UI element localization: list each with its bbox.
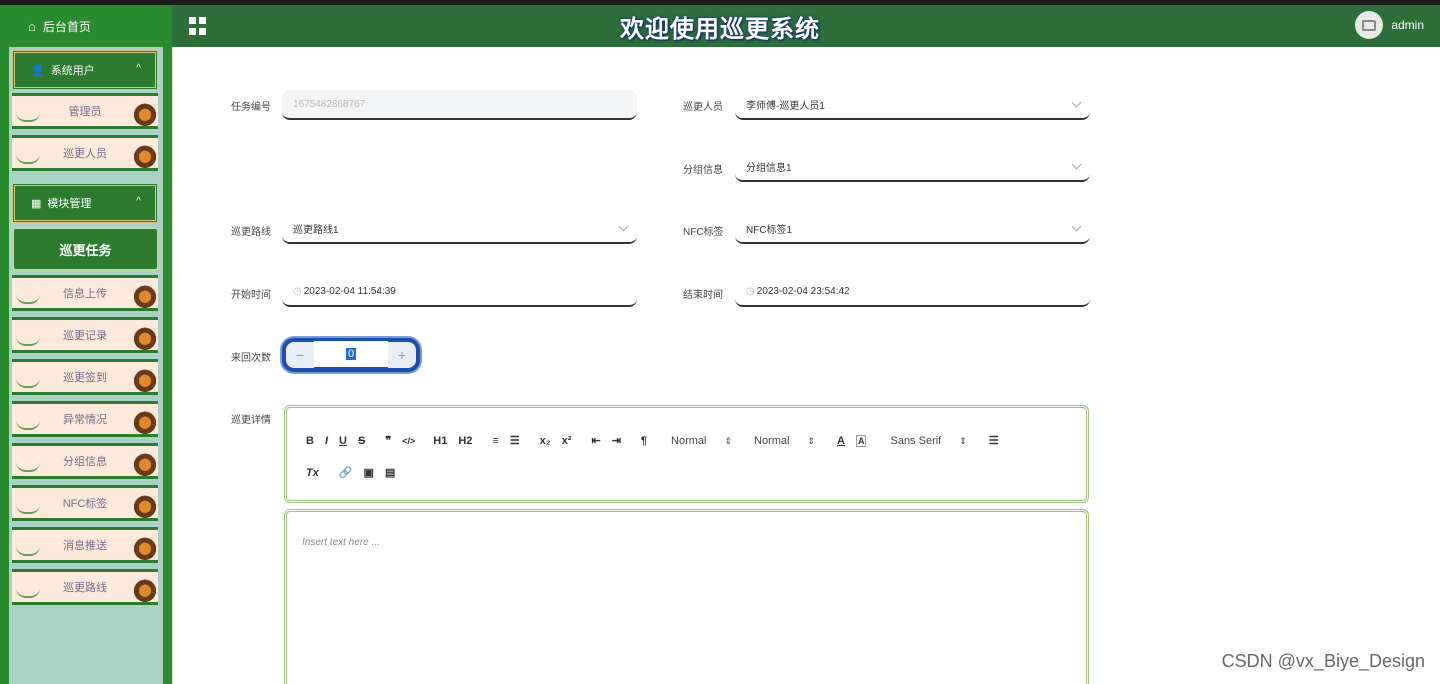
indent-button[interactable]: ⇥ <box>612 434 621 447</box>
route-label: 巡更路线 <box>231 227 271 238</box>
h1-button[interactable]: H1 <box>433 435 447 447</box>
chevron-down-icon <box>1071 221 1082 232</box>
round-trips-stepper[interactable]: − 0 + <box>282 338 420 372</box>
select-arrows-icon: ⇕ <box>724 435 733 446</box>
sidebar-group-system-users[interactable]: 👤 系统用户 ^ <box>12 50 158 90</box>
align-button[interactable]: ☰ <box>989 434 999 447</box>
sidebar-item-records[interactable]: 巡更记录 <box>12 317 158 353</box>
image-button[interactable]: ▣ <box>364 466 374 479</box>
task-no-label: 任务编号 <box>231 102 271 113</box>
nfc-select[interactable]: NFC标签1 <box>735 214 1090 244</box>
start-time-label: 开始时间 <box>231 290 271 301</box>
header-select[interactable]: Normal ⇕ <box>671 435 732 447</box>
sidebar-item-patrol-task[interactable]: 巡更任务 <box>12 227 159 271</box>
end-time-picker[interactable]: ◷ 2023-02-04 23:54:42 <box>735 277 1090 307</box>
chevron-down-icon <box>1071 97 1082 108</box>
route-select[interactable]: 巡更路线1 <box>282 214 637 244</box>
sidebar-item-upload[interactable]: 信息上传 <box>12 275 158 311</box>
increment-button[interactable]: + <box>388 347 416 363</box>
subscript-button[interactable]: x₂ <box>540 435 551 447</box>
bullet-list-button[interactable]: ☰ <box>510 434 520 447</box>
underline-button[interactable]: U <box>339 435 347 447</box>
app-window: ⌂ 后台首页 欢迎使用巡更系统 admin 👤 系统用户 ^ 管理员 巡更人员 … <box>0 5 1440 684</box>
avatar[interactable] <box>1355 11 1384 39</box>
group-label: 模块管理 <box>47 198 92 210</box>
h2-button[interactable]: H2 <box>458 435 472 447</box>
editor-toolbar: B I U S ❞ </> H1 H2 ≡ ☰ x₂ x² ⇤ ⇥ ¶ Norm… <box>284 405 1089 503</box>
decrement-button[interactable]: − <box>286 347 314 363</box>
sidebar-item-admin[interactable]: 管理员 <box>12 93 158 129</box>
sidebar-menu: 👤 系统用户 ^ 管理员 巡更人员 ▦ 模块管理 ^ 巡更任务 信息上传 巡更记… <box>9 47 163 684</box>
patroller-select[interactable]: 李师傅-巡更人员1 <box>735 90 1090 120</box>
background-color-button[interactable]: A <box>855 434 867 447</box>
grid-icon: ▦ <box>31 197 42 210</box>
sidebar-item-nfc[interactable]: NFC标签 <box>12 485 158 521</box>
chevron-down-icon <box>1071 159 1082 170</box>
blockquote-button[interactable]: ❞ <box>385 434 391 447</box>
select-arrows-icon: ⇕ <box>807 435 816 446</box>
details-label: 巡更详情 <box>231 415 271 426</box>
ordered-list-button[interactable]: ≡ <box>492 435 498 447</box>
group-select[interactable]: 分组信息1 <box>735 152 1090 182</box>
nfc-label: NFC标签 <box>683 227 724 238</box>
chevron-up-icon: ^ <box>136 63 141 74</box>
group-label: 分组信息 <box>683 165 723 176</box>
italic-button[interactable]: I <box>325 435 328 447</box>
sidebar-item-exceptions[interactable]: 异常情况 <box>12 401 158 437</box>
editor-placeholder: Insert text here ... <box>302 537 380 548</box>
chevron-down-icon <box>618 221 629 232</box>
video-button[interactable]: ▤ <box>385 466 395 479</box>
round-trips-label: 来回次数 <box>231 353 271 364</box>
clock-icon: ◷ <box>746 285 755 297</box>
user-menu[interactable]: admin <box>1355 11 1424 39</box>
font-select[interactable]: Sans Serif ⇕ <box>890 435 966 447</box>
outdent-button[interactable]: ⇤ <box>591 434 600 447</box>
chevron-up-icon: ^ <box>136 196 141 207</box>
sidebar: 👤 系统用户 ^ 管理员 巡更人员 ▦ 模块管理 ^ 巡更任务 信息上传 巡更记… <box>0 47 172 684</box>
superscript-button[interactable]: x² <box>562 435 572 447</box>
start-time-picker[interactable]: ◷ 2023-02-04 11:54:39 <box>282 277 637 307</box>
group-label: 系统用户 <box>50 65 95 77</box>
font-color-button[interactable]: A <box>837 435 845 447</box>
patroller-label: 巡更人员 <box>683 102 723 113</box>
main-content: 任务编号 1675482868767 巡更人员 李师傅-巡更人员1 分组信息 分… <box>172 47 1436 684</box>
text-direction-button[interactable]: ¶ <box>641 435 647 447</box>
sidebar-group-modules[interactable]: ▦ 模块管理 ^ <box>12 183 158 223</box>
top-header: ⌂ 后台首页 欢迎使用巡更系统 admin <box>0 5 1440 47</box>
details-editor[interactable]: Insert text here ... <box>284 509 1089 684</box>
task-no-input: 1675482868767 <box>282 90 637 120</box>
sidebar-item-push[interactable]: 消息推送 <box>12 527 158 563</box>
code-block-button[interactable]: </> <box>402 436 415 446</box>
bold-button[interactable]: B <box>306 435 314 447</box>
size-select[interactable]: Normal ⇕ <box>754 435 815 447</box>
watermark: CSDN @vx_Biye_Design <box>1221 651 1425 671</box>
page-title: 欢迎使用巡更系统 <box>620 16 820 43</box>
end-time-label: 结束时间 <box>683 290 723 301</box>
select-arrows-icon: ⇕ <box>959 435 967 446</box>
username: admin <box>1391 18 1424 32</box>
sidebar-item-routes[interactable]: 巡更路线 <box>12 569 158 605</box>
image-icon <box>1362 19 1377 31</box>
round-trips-input[interactable]: 0 <box>314 341 388 369</box>
sidebar-item-patroller[interactable]: 巡更人员 <box>12 135 158 171</box>
sidebar-item-checkin[interactable]: 巡更签到 <box>12 359 158 395</box>
clock-icon: ◷ <box>293 285 302 297</box>
clear-format-button[interactable]: Tx <box>306 467 319 479</box>
sidebar-item-groups[interactable]: 分组信息 <box>12 443 158 479</box>
user-icon: 👤 <box>31 64 45 77</box>
link-button[interactable]: 🔗 <box>339 466 353 479</box>
strike-button[interactable]: S <box>358 435 365 447</box>
